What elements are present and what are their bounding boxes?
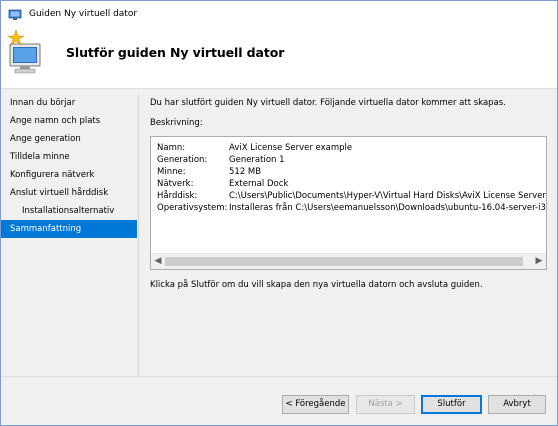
- scrollbar-thumb[interactable]: [165, 257, 523, 266]
- title-bar[interactable]: Guiden Ny virtuell dator: [1, 1, 557, 30]
- nav-item-generation[interactable]: Ange generation: [1, 130, 137, 148]
- summary-key: Minne:: [157, 167, 186, 177]
- intro-text: Du har slutfört guiden Ny virtuell dator…: [150, 98, 506, 108]
- nav-item-memory[interactable]: Tilldela minne: [1, 148, 137, 166]
- wizard-header: Slutför guiden Ny virtuell dator: [1, 30, 557, 89]
- horizontal-scrollbar[interactable]: ◀ ▶: [151, 253, 546, 269]
- hyper-v-app-icon: [8, 9, 22, 20]
- nav-item-name-and-location[interactable]: Ange namn och plats: [1, 112, 137, 130]
- new-vm-wizard-icon: [6, 30, 41, 74]
- finish-instruction: Klicka på Slutför om du vill skapa den n…: [150, 280, 483, 290]
- cancel-button[interactable]: Avbryt: [488, 395, 546, 414]
- nav-item-installation-options[interactable]: Installationsalternativ: [1, 202, 137, 220]
- summary-key: Operativsystem:: [157, 203, 228, 213]
- nav-item-virtual-hard-disk[interactable]: Anslut virtuell hårddisk: [1, 184, 137, 202]
- summary-key: Hårddisk:: [157, 191, 198, 201]
- summary-key: Generation:: [157, 155, 208, 165]
- nav-item-label: Anslut virtuell hårddisk: [10, 188, 109, 198]
- summary-value: C:\Users\Public\Documents\Hyper-V\Virtua…: [229, 191, 546, 201]
- nav-item-label: Tilldela minne: [10, 152, 70, 162]
- summary-key: Namn:: [157, 143, 186, 153]
- finish-button[interactable]: Slutför: [421, 395, 482, 414]
- nav-divider: [138, 94, 139, 376]
- summary-value: External Dock: [229, 179, 289, 189]
- scroll-right-icon[interactable]: ▶: [533, 256, 545, 267]
- page-heading: Slutför guiden Ny virtuell dator: [66, 45, 285, 60]
- description-box[interactable]: Namn: AviX License Server example Genera…: [150, 136, 547, 270]
- nav-item-network[interactable]: Konfigurera nätverk: [1, 166, 137, 184]
- scroll-left-icon[interactable]: ◀: [152, 256, 164, 267]
- next-button[interactable]: Nästa >: [356, 395, 415, 414]
- nav-item-label: Ange namn och plats: [10, 116, 101, 126]
- nav-item-label: Innan du börjar: [10, 98, 76, 108]
- previous-button[interactable]: < Föregående: [282, 395, 349, 414]
- nav-item-label: Konfigurera nätverk: [10, 170, 95, 180]
- summary-value: Installeras från C:\Users\eemanuelsson\D…: [229, 203, 547, 213]
- nav-item-label: Sammanfattning: [10, 224, 82, 234]
- window-title: Guiden Ny virtuell dator: [29, 9, 138, 19]
- summary-value: 512 MB: [229, 167, 262, 177]
- summary-value: AviX License Server example: [229, 143, 353, 153]
- nav-item-label: Ange generation: [10, 134, 81, 144]
- nav-item-label: Installationsalternativ: [22, 206, 115, 216]
- summary-value: Generation 1: [229, 155, 285, 165]
- nav-item-before-you-begin[interactable]: Innan du börjar: [1, 94, 137, 112]
- description-label: Beskrivning:: [150, 118, 203, 128]
- nav-item-summary[interactable]: Sammanfattning: [1, 220, 137, 238]
- wizard-step-list: Innan du börjar Ange namn och plats Ange…: [1, 94, 137, 238]
- summary-key: Nätverk:: [157, 179, 194, 189]
- footer-divider: [1, 376, 557, 377]
- wizard-window: Guiden Ny virtuell dator Slutför guiden …: [0, 0, 558, 426]
